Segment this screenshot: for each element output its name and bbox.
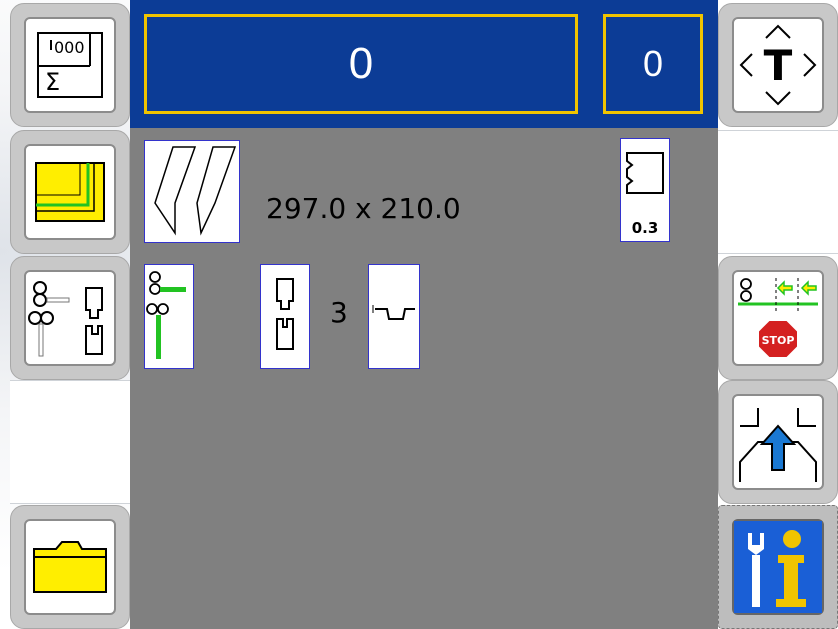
- service-info-icon: [734, 521, 822, 613]
- thickness-card[interactable]: 0.3: [620, 138, 670, 242]
- folder-icon: [33, 541, 107, 593]
- move-t-icon: T: [739, 24, 817, 106]
- backgauge-stop-icon: STOP: [738, 278, 818, 359]
- layers-icon: [35, 162, 105, 222]
- right-empty-slot-panel: [718, 130, 838, 254]
- backgauge-stop-button[interactable]: STOP: [718, 256, 838, 380]
- main-counter-display[interactable]: 0: [144, 14, 578, 114]
- punch-die-card[interactable]: [260, 264, 310, 369]
- sheet-thickness-icon: [626, 152, 664, 194]
- layers-button-face[interactable]: [24, 144, 116, 240]
- sigma-counter-icon: 000 Σ: [37, 32, 103, 98]
- layers-button-frame[interactable]: [10, 130, 130, 254]
- left-empty-slot-panel: [10, 380, 130, 504]
- svg-text:STOP: STOP: [762, 334, 795, 347]
- roller-green-card[interactable]: [144, 264, 194, 369]
- left-toolbar: 000 Σ: [10, 0, 130, 629]
- svg-text:T: T: [764, 41, 793, 90]
- service-info-button-frame[interactable]: [718, 505, 838, 629]
- open-folder-button[interactable]: [10, 505, 130, 629]
- backgauge-stop-button-face[interactable]: STOP: [732, 270, 824, 366]
- svg-text:000: 000: [54, 38, 85, 57]
- move-tool-button-frame[interactable]: T: [718, 3, 838, 127]
- counter-sum-button-face[interactable]: 000 Σ: [24, 17, 116, 113]
- sheet-dimensions: 297.0 x 210.0: [266, 192, 461, 225]
- sheet-shape-card[interactable]: [144, 140, 240, 243]
- right-empty-slot: [718, 130, 838, 254]
- press-brake-screen: 000 Σ 0 0 297.0 x 210.0 0.3 3 T STOP: [0, 0, 838, 629]
- roller-gauge-icon: [146, 271, 186, 359]
- open-press-icon: [739, 408, 817, 482]
- open-press-button-frame[interactable]: [718, 380, 838, 504]
- layers-button[interactable]: [10, 130, 130, 254]
- open-folder-button-face[interactable]: [24, 519, 116, 615]
- bend-profile-card[interactable]: [368, 264, 420, 369]
- tooling-button[interactable]: [10, 256, 130, 380]
- tool-count: 3: [330, 296, 348, 329]
- svg-text:Σ: Σ: [45, 68, 60, 96]
- counter-sum-button[interactable]: 000 Σ: [10, 3, 130, 127]
- open-folder-button-frame[interactable]: [10, 505, 130, 629]
- left-empty-slot: [10, 380, 130, 504]
- move-tool-button-face[interactable]: T: [732, 17, 824, 113]
- tooling-icon: [28, 281, 103, 357]
- sheet-bevel-icon: [154, 146, 237, 236]
- punch-die-icon: [276, 278, 294, 350]
- move-tool-button[interactable]: T: [718, 3, 838, 127]
- tooling-button-frame[interactable]: [10, 256, 130, 380]
- thickness-value: 0.3: [631, 219, 659, 237]
- open-press-button-face[interactable]: [732, 394, 824, 490]
- counter-header: 0 0: [130, 0, 718, 128]
- tooling-button-face[interactable]: [24, 270, 116, 366]
- open-press-button[interactable]: [718, 380, 838, 504]
- counter-sum-button-frame[interactable]: 000 Σ: [10, 3, 130, 127]
- right-toolbar: T STOP: [718, 0, 838, 629]
- secondary-counter-display[interactable]: 0: [603, 14, 703, 114]
- bend-profile-icon: [372, 305, 415, 320]
- service-info-button-face[interactable]: [732, 519, 824, 615]
- backgauge-stop-button-frame[interactable]: STOP: [718, 256, 838, 380]
- service-info-button[interactable]: [718, 505, 838, 629]
- main-panel: 0 0 297.0 x 210.0 0.3 3: [130, 0, 718, 629]
